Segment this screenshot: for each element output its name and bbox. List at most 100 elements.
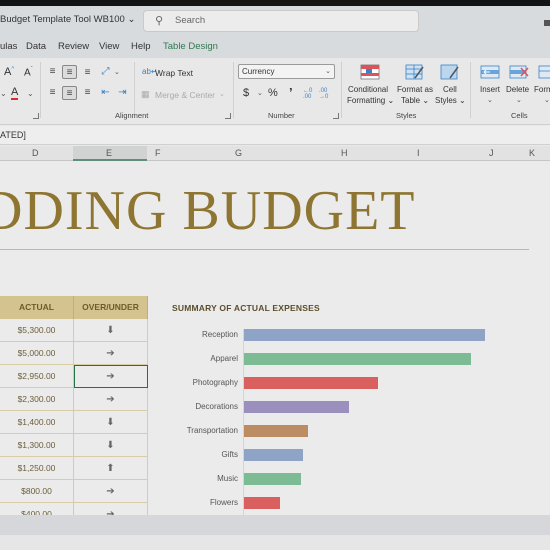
over-under-cell[interactable]: ➔ — [74, 365, 148, 388]
category-label: Music — [217, 474, 238, 483]
actual-cell[interactable]: $2,950.00 — [0, 365, 74, 388]
over-under-cell[interactable]: ➔ — [74, 480, 148, 503]
delete-cells-icon — [509, 65, 529, 79]
category-label: Flowers — [209, 498, 238, 507]
column-header-d[interactable]: D — [32, 148, 39, 158]
decrease-decimal-button[interactable]: .00 →0 — [319, 88, 328, 100]
account-icon[interactable] — [544, 20, 550, 26]
arrow-up-icon: ⬆ — [106, 463, 115, 474]
actual-cell[interactable]: $1,400.00 — [0, 411, 74, 434]
arrow-down-icon: ⬇ — [106, 417, 115, 428]
over-under-cell[interactable]: ➔ — [74, 342, 148, 365]
over-under-cell[interactable]: ➔ — [74, 503, 148, 515]
font-color-button[interactable]: A — [11, 87, 19, 100]
chevron-down-icon[interactable]: ⌄ — [114, 68, 120, 76]
chevron-down-icon[interactable]: ⌄ — [0, 89, 7, 98]
budget-title: DDING BUDGET — [0, 180, 416, 242]
bar-transportation[interactable] — [244, 425, 308, 437]
number-dialog-launcher-icon[interactable] — [333, 113, 339, 119]
bar-gifts[interactable] — [244, 449, 304, 461]
separator — [40, 62, 41, 118]
merge-center-button[interactable]: Merge & Center — [155, 90, 215, 100]
tab-help[interactable]: Help — [131, 41, 151, 52]
actual-cell[interactable]: $800.00 — [0, 480, 74, 503]
over-under-cell[interactable]: ⬇ — [74, 411, 148, 434]
bar-decorations[interactable] — [244, 401, 349, 413]
separator — [134, 62, 135, 118]
search-box[interactable]: ⚲ Search — [143, 10, 419, 32]
decrease-indent-icon[interactable]: ⇤ — [98, 86, 113, 100]
column-header-g[interactable]: G — [235, 148, 242, 158]
bar-music[interactable] — [244, 473, 301, 485]
column-header-f[interactable]: F — [155, 148, 161, 158]
column-header-i[interactable]: I — [417, 148, 420, 158]
tab-review[interactable]: Review — [58, 41, 89, 52]
bottom-align-icon[interactable]: ≡ — [80, 66, 95, 80]
cells-group-label: Cells — [511, 111, 528, 120]
alignment-dialog-launcher-icon[interactable] — [225, 113, 231, 119]
ribbon: A^ Aˇ ⌄ A ⌄ ≡ ≡ ≡ ⤢ ⌄ ≡ ≡ ≡ ⇤ ⇥ ab↵ Wrap… — [0, 58, 550, 125]
insert-cells-icon — [480, 65, 500, 79]
horizontal-scrollbar[interactable] — [0, 515, 550, 535]
styles-group-label: Styles — [396, 111, 417, 120]
number-group-label: Number — [268, 111, 295, 120]
format-cells-icon — [538, 65, 550, 79]
formula-bar[interactable]: ATED] — [0, 126, 550, 145]
worksheet[interactable]: DDING BUDGET ACTUAL OVER/UNDER $5,300.00… — [0, 161, 550, 515]
align-left-icon[interactable]: ≡ — [45, 86, 60, 100]
tab-table-design[interactable]: Table Design — [163, 41, 218, 52]
column-header-k[interactable]: K — [529, 148, 535, 158]
decrease-font-size-button[interactable]: Aˇ — [24, 67, 33, 78]
increase-decimal-button[interactable]: ←0.00 — [303, 88, 312, 100]
chevron-down-icon: ⌄ — [516, 97, 522, 104]
column-header-h[interactable]: H — [341, 148, 348, 158]
chevron-down-icon: ⌄ — [325, 68, 331, 75]
over-under-cell[interactable]: ⬇ — [74, 319, 148, 342]
over-under-cell[interactable]: ⬇ — [74, 434, 148, 457]
category-label: Apparel — [210, 354, 238, 363]
increase-indent-icon[interactable]: ⇥ — [115, 86, 130, 100]
wrap-text-button[interactable]: Wrap Text — [155, 68, 193, 78]
column-header-e[interactable]: E — [106, 148, 112, 158]
category-label: Decorations — [195, 402, 238, 411]
bar-flowers[interactable] — [244, 497, 281, 509]
actual-cell[interactable]: $2,300.00 — [0, 388, 74, 411]
bar-apparel[interactable] — [244, 353, 472, 365]
number-format-value: Currency — [242, 67, 275, 76]
actual-cell[interactable]: $1,250.00 — [0, 457, 74, 480]
over-under-cell[interactable]: ➔ — [74, 388, 148, 411]
number-format-select[interactable]: Currency ⌄ — [238, 64, 335, 79]
font-dialog-launcher-icon[interactable] — [33, 113, 39, 119]
bar-photography[interactable] — [244, 377, 379, 389]
orientation-icon[interactable]: ⤢ — [98, 65, 113, 79]
tab-formulas[interactable]: ulas — [0, 41, 17, 52]
middle-align-icon[interactable]: ≡ — [62, 65, 77, 79]
status-bar — [0, 535, 550, 550]
actual-cell[interactable]: $400.00 — [0, 503, 74, 515]
over-under-cell[interactable]: ⬆ — [74, 457, 148, 480]
document-title[interactable]: Budget Template Tool WB100 ⌄ — [0, 14, 135, 25]
align-right-icon[interactable]: ≡ — [80, 86, 95, 100]
ribbon-tabs: ulas Data Review View Help Table Design — [0, 36, 550, 58]
header-actual: ACTUAL — [0, 296, 74, 319]
currency-format-button[interactable]: $ — [243, 87, 249, 99]
tab-data[interactable]: Data — [26, 41, 46, 52]
actual-cell[interactable]: $5,000.00 — [0, 342, 74, 365]
insert-label: Insert — [480, 85, 501, 94]
arrow-right-icon: ➔ — [106, 348, 115, 359]
percent-style-button[interactable]: % — [268, 87, 278, 99]
conditional-formatting-label-2: Formatting ⌄ — [347, 96, 395, 105]
chevron-down-icon[interactable]: ⌄ — [219, 90, 225, 98]
alignment-group-label: Alignment — [115, 111, 149, 120]
font-color-dropdown-icon[interactable]: ⌄ — [27, 89, 34, 98]
tab-view[interactable]: View — [99, 41, 119, 52]
actual-cell[interactable]: $5,300.00 — [0, 319, 74, 342]
increase-font-size-button[interactable]: A^ — [4, 66, 14, 78]
actual-cell[interactable]: $1,300.00 — [0, 434, 74, 457]
chevron-down-icon[interactable]: ⌄ — [257, 89, 263, 97]
top-align-icon[interactable]: ≡ — [45, 65, 60, 79]
bar-reception[interactable] — [244, 329, 485, 341]
align-center-icon[interactable]: ≡ — [62, 86, 77, 100]
column-header-j[interactable]: J — [489, 148, 494, 158]
comma-style-button[interactable]: ’ — [289, 85, 293, 100]
